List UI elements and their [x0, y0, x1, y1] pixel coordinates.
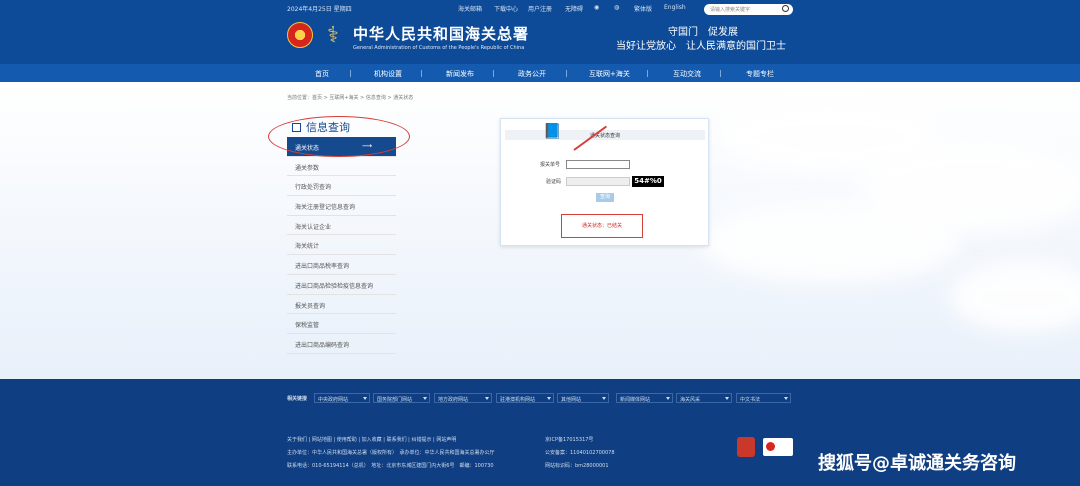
- footer-link[interactable]: 纠错提示: [411, 437, 431, 443]
- book-icon: 📘: [543, 122, 562, 140]
- captcha-image[interactable]: 54#%0: [632, 176, 664, 187]
- site-title[interactable]: 中华人民共和国海关总署: [353, 23, 529, 44]
- link-accessibility[interactable]: 无障碍: [565, 4, 583, 13]
- link-select[interactable]: 国务院部门网站: [373, 393, 430, 403]
- footer-links: 关于我们 | 网站地图 | 使用帮助 | 加入收藏 | 联系我们 | 纠错提示 …: [287, 437, 457, 443]
- sidebar-item[interactable]: 保税监管: [287, 314, 396, 334]
- sponsor-text: 主办单位：中华人民共和国海关总署（版权所有） 承办单位：中华人民共和国海关总署办…: [287, 450, 495, 456]
- captcha-input[interactable]: [566, 177, 630, 186]
- sidebar-item[interactable]: 海关统计: [287, 235, 396, 256]
- error-report-badge-icon[interactable]: [763, 438, 793, 456]
- search-icon[interactable]: [782, 5, 789, 12]
- customs-emblem-icon: ⚕: [327, 23, 339, 48]
- declaration-no-input[interactable]: [566, 160, 630, 169]
- link-select[interactable]: 新闻媒体网站: [616, 393, 673, 403]
- footer-link[interactable]: 联系我们: [387, 437, 407, 443]
- nav-interaction[interactable]: 互动交流: [673, 69, 701, 79]
- icp-text[interactable]: 京ICP备17015317号: [545, 436, 593, 443]
- breadcrumb: 当前位置：首页 > 互联网+海关 > 信息查询 > 通关状态: [287, 95, 414, 101]
- watermark: 搜狐号@卓诚通关务咨询: [818, 453, 1016, 474]
- nav-gov-affairs[interactable]: 政务公开: [518, 69, 546, 79]
- link-select[interactable]: 中文书法: [736, 393, 791, 403]
- footer-link[interactable]: 加入收藏: [362, 437, 382, 443]
- nav-topics[interactable]: 专题专栏: [746, 69, 774, 79]
- date-text: 2024年4月25日 星期四: [287, 6, 352, 13]
- nav-organization[interactable]: 机构设置: [374, 69, 402, 79]
- weibo-icon[interactable]: ◉: [594, 4, 599, 11]
- query-button[interactable]: 查询: [596, 193, 614, 202]
- declaration-no-label: 报关单号: [540, 162, 561, 168]
- sidebar-item[interactable]: 行政处罚查询: [287, 176, 396, 197]
- related-links-label: 相关链接: [287, 396, 308, 402]
- sidebar-item[interactable]: 进出口商品编码查询: [287, 334, 396, 354]
- clearance-status-result: 通关状态：已结关: [561, 214, 643, 238]
- footer-link[interactable]: 网站声明: [436, 437, 456, 443]
- sidebar-item[interactable]: 进出口商品税率查询: [287, 255, 396, 275]
- highlight-ellipse: [268, 116, 410, 157]
- party-gov-badge-icon[interactable]: [737, 437, 755, 457]
- link-traditional[interactable]: 繁体版: [634, 4, 652, 13]
- link-select[interactable]: 中央政府网站: [314, 393, 370, 403]
- sidebar-item[interactable]: 海关认证企业: [287, 216, 396, 236]
- slogan-line2: 当好让党放心 让人民满意的国门卫士: [616, 41, 786, 52]
- link-english[interactable]: English: [664, 4, 686, 11]
- link-mail[interactable]: 海关邮箱: [458, 4, 482, 13]
- link-select[interactable]: 其他网站: [557, 393, 609, 403]
- footer-link[interactable]: 关于我们: [287, 437, 307, 443]
- search-input[interactable]: 请输入搜索关键字: [704, 4, 793, 15]
- captcha-label: 验证码: [546, 179, 562, 185]
- nav-news[interactable]: 新闻发布: [446, 69, 474, 79]
- link-select[interactable]: 驻港澳机构网站: [496, 393, 554, 403]
- sidebar-item[interactable]: 通关参数: [287, 157, 396, 177]
- slogan-line1: 守国门 促发展: [668, 27, 738, 38]
- footer-link[interactable]: 网站地图: [312, 437, 332, 443]
- footer-link[interactable]: 使用帮助: [337, 437, 357, 443]
- sidebar-item[interactable]: 进出口商品检验检疫信息查询: [287, 275, 396, 295]
- site-title-en: General Administration of Customs of the…: [353, 45, 525, 51]
- link-download[interactable]: 下载中心: [494, 4, 518, 13]
- nav-internet-customs[interactable]: 互联网+海关: [589, 69, 630, 79]
- sidebar-item[interactable]: 海关注册登记信息查询: [287, 196, 396, 216]
- main-nav: 首页 机构设置 新闻发布 政务公开 互联网+海关 互动交流 专题专栏: [0, 64, 1080, 82]
- link-select[interactable]: 海关风采: [676, 393, 732, 403]
- wechat-icon[interactable]: ◍: [614, 4, 619, 11]
- sidebar-list: 通关状态 ⟶ 通关参数 行政处罚查询 海关注册登记信息查询 海关认证企业 海关统计…: [287, 137, 396, 354]
- website-id: 网站标识码：bm28000001: [545, 463, 609, 469]
- nav-home[interactable]: 首页: [315, 69, 329, 79]
- sidebar-item[interactable]: 报关员查询: [287, 295, 396, 315]
- address-text: 联系电话：010-65194114（总机） 地址：北京市东城区建国门内大街6号 …: [287, 463, 494, 469]
- national-emblem-icon: [287, 22, 313, 48]
- top-utility-bar: 2024年4月25日 星期四 海关邮箱 下载中心 用户注册 无障碍 ◉ ◍ 繁体…: [0, 0, 1080, 18]
- query-panel-title: 通关状态查询: [505, 130, 705, 140]
- police-record[interactable]: 公安备案：11040102700078: [545, 449, 615, 456]
- link-register[interactable]: 用户注册: [528, 4, 552, 13]
- link-select[interactable]: 地方政府网站: [434, 393, 492, 403]
